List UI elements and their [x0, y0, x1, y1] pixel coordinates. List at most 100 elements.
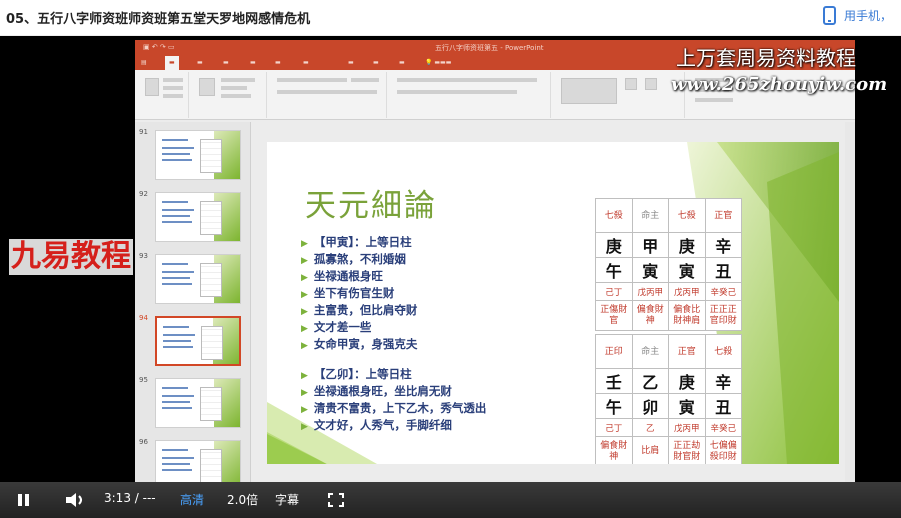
- ten-gods-cell: 正傷財官: [595, 300, 633, 331]
- ten-gods-cell: 偏食財神: [595, 436, 633, 464]
- ppt-window-title: 五行八字师资班第五 - PowerPoint: [435, 44, 544, 52]
- ten-gods-cell: 正正劫財官財: [668, 436, 706, 464]
- video-player[interactable]: ▣ ↶ ↷ ▭ 五行八字师资班第五 - PowerPoint ▤ ▬ ▬ ▬ ▬…: [0, 36, 901, 518]
- slide-title: 天元細論: [305, 188, 437, 224]
- speed-button[interactable]: 2.0倍: [227, 491, 258, 508]
- quick-access-icons: ▣ ↶ ↷ ▭: [143, 43, 175, 51]
- hidden-stems-cell: 戊丙甲: [668, 282, 706, 301]
- tab-view[interactable]: ▬: [373, 59, 379, 66]
- tab-transitions[interactable]: ▬: [250, 59, 256, 66]
- arrange-icon[interactable]: [625, 78, 637, 90]
- ribbon-group-slides: [193, 72, 267, 118]
- branch-cell: 丑: [704, 393, 742, 419]
- bullet-item: 女命甲寅，身强克夫: [301, 336, 418, 352]
- ribbon-group-drawing: [555, 72, 685, 118]
- phone-watch-link[interactable]: 用手机，: [823, 6, 892, 25]
- ribbon-group-font: [271, 72, 387, 118]
- chart-header-cell: 命主: [631, 198, 669, 233]
- stem-cell: 乙: [631, 368, 669, 394]
- slide-scrollbar[interactable]: [845, 122, 855, 502]
- hidden-stems-cell: 己丁: [595, 282, 633, 301]
- paste-icon[interactable]: [145, 78, 159, 96]
- quality-button[interactable]: 高清: [180, 491, 204, 508]
- stem-cell: 壬: [595, 368, 633, 394]
- stem-cell: 庚: [668, 232, 706, 258]
- tab-file[interactable]: ▤: [141, 59, 147, 66]
- phone-label: 用手机，: [844, 9, 893, 23]
- tab-design[interactable]: ▬: [223, 59, 229, 66]
- tab-home[interactable]: ▬: [165, 56, 179, 70]
- tab-review[interactable]: ▬: [348, 59, 354, 66]
- stem-cell: 辛: [704, 368, 742, 394]
- player-controls: 3:13 / --- 高清 2.0倍 字幕: [0, 482, 901, 518]
- thumb-number: 94: [139, 314, 148, 322]
- bullet-item: 主富贵，但比肩夺财: [301, 302, 418, 318]
- chart-header-cell: 七殺: [668, 198, 706, 233]
- new-slide-icon[interactable]: [199, 78, 215, 96]
- stem-cell: 甲: [631, 232, 669, 258]
- chart-header-cell: 命主: [631, 334, 669, 369]
- bullet-item: 坐禄通根身旺，坐比肩无财: [301, 383, 452, 399]
- bullet-item: 【甲寅】：上等日柱: [301, 234, 412, 250]
- bazi-chart-jiayin: 七殺 命主 七殺 正官 庚 甲 庚 辛 午 寅 寅 丑 己丁 戊丙甲 戊丙甲 辛…: [595, 198, 742, 331]
- chart-header-cell: 七殺: [704, 334, 742, 369]
- ten-gods-cell: 七偏偏殺印財: [704, 436, 742, 464]
- tab-insert[interactable]: ▬: [197, 59, 203, 66]
- tab-help[interactable]: ▬: [399, 59, 405, 66]
- ten-gods-cell: 正正正官印財: [704, 300, 742, 331]
- branch-cell: 寅: [631, 257, 669, 283]
- hidden-stems-cell: 乙: [631, 418, 669, 437]
- thumb-number: 93: [139, 252, 148, 260]
- time-display: 3:13 / ---: [104, 491, 156, 505]
- slide-thumbnail-pane: 91 92 93 94 95 96: [135, 122, 251, 518]
- bazi-chart-yimao: 正印 命主 正官 七殺 壬 乙 庚 辛 午 卯 寅 丑 己丁 乙 戊丙甲 辛癸己…: [595, 334, 742, 464]
- branch-cell: 丑: [704, 257, 742, 283]
- thumb-number: 92: [139, 190, 148, 198]
- hidden-stems-cell: 辛癸己: [704, 282, 742, 301]
- powerpoint-window: ▣ ↶ ↷ ▭ 五行八字师资班第五 - PowerPoint ▤ ▬ ▬ ▬ ▬…: [135, 40, 855, 518]
- bullet-item: 【乙卯】：上等日柱: [301, 366, 412, 382]
- bullet-item: 孤寡煞，不利婚姻: [301, 251, 406, 267]
- branch-cell: 午: [595, 393, 633, 419]
- watermark-logo: 九易教程: [9, 239, 133, 275]
- ribbon-group-paragraph: [391, 72, 551, 118]
- thumb-number: 91: [139, 128, 148, 136]
- stem-cell: 辛: [704, 232, 742, 258]
- stem-cell: 庚: [668, 368, 706, 394]
- watermark-tagline: 上万套周易资料教程: [676, 46, 856, 70]
- volume-icon[interactable]: [64, 491, 86, 509]
- slide-thumbnail[interactable]: [155, 254, 241, 304]
- bullet-item: 坐禄通根身旺: [301, 268, 383, 284]
- quick-styles-icon[interactable]: [645, 78, 657, 90]
- video-title: 05、五行八字师资班师资班第五堂天罗地网感情危机: [6, 12, 311, 27]
- ten-gods-cell: 偏食比財神肩: [668, 300, 706, 331]
- hidden-stems-cell: 己丁: [595, 418, 633, 437]
- shapes-gallery[interactable]: [561, 78, 617, 104]
- chart-header-cell: 正官: [704, 198, 742, 233]
- tab-animations[interactable]: ▬: [275, 59, 281, 66]
- hidden-stems-cell: 戊丙甲: [668, 418, 706, 437]
- ten-gods-cell: 比肩: [631, 436, 669, 464]
- slide-thumbnail-selected[interactable]: [155, 316, 241, 366]
- bullet-item: 文才好，人秀气，手脚纤细: [301, 417, 452, 433]
- slide-thumbnail[interactable]: [155, 130, 241, 180]
- fullscreen-icon[interactable]: [328, 493, 344, 507]
- bullet-item: 文才差一些: [301, 319, 372, 335]
- pause-icon[interactable]: [17, 494, 31, 506]
- hidden-stems-cell: 戊丙甲: [631, 282, 669, 301]
- tab-slideshow[interactable]: ▬: [303, 59, 309, 66]
- slide-thumbnail[interactable]: [155, 192, 241, 242]
- chart-header-cell: 正印: [595, 334, 633, 369]
- slide-thumbnail[interactable]: [155, 378, 241, 428]
- branch-cell: 卯: [631, 393, 669, 419]
- video-header: 05、五行八字师资班师资班第五堂天罗地网感情危机 用手机，: [0, 0, 901, 36]
- chart-header-cell: 正官: [668, 334, 706, 369]
- chart-header-cell: 七殺: [595, 198, 633, 233]
- branch-cell: 午: [595, 257, 633, 283]
- subtitle-button[interactable]: 字幕: [275, 491, 299, 508]
- hidden-stems-cell: 辛癸己: [704, 418, 742, 437]
- tell-me-search[interactable]: 💡 ▬▬▬: [425, 59, 451, 66]
- ribbon-group-clipboard: [139, 72, 189, 118]
- slide-canvas: 天元細論 【甲寅】：上等日柱 孤寡煞，不利婚姻 坐禄通根身旺 坐下有伤官生财 主…: [267, 142, 839, 464]
- stem-cell: 庚: [595, 232, 633, 258]
